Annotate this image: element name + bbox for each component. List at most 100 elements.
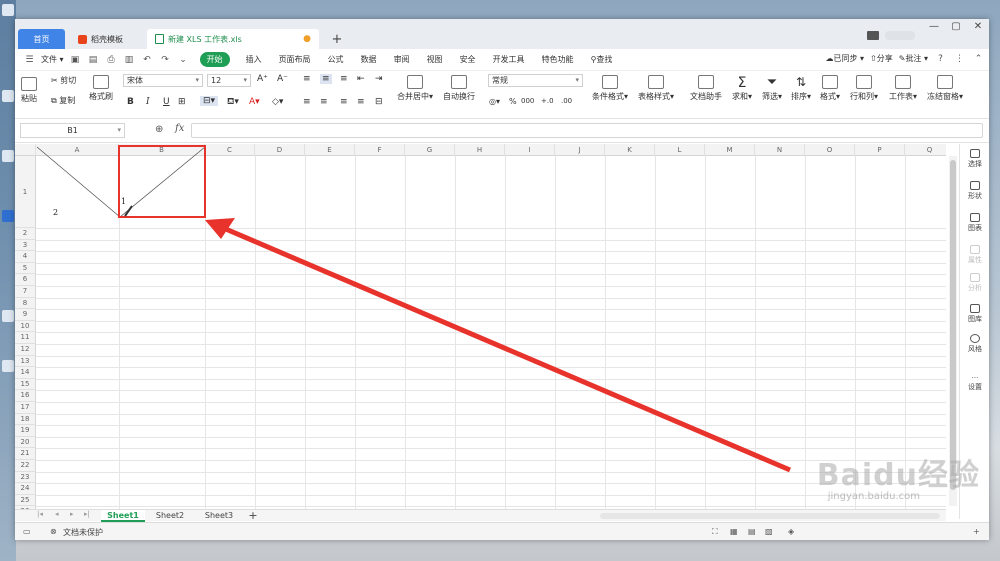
undo-icon[interactable]: ↶	[141, 55, 154, 65]
preview-icon[interactable]: ▥	[123, 55, 136, 65]
align-middle-icon[interactable]: ≡	[320, 74, 332, 84]
more-icon[interactable]: ⋮	[953, 54, 966, 64]
maximize-icon[interactable]: ▢	[945, 19, 967, 33]
paste-button[interactable]: 粘贴	[21, 77, 37, 104]
indent-right-icon[interactable]: ⇥	[375, 74, 383, 84]
protection-status[interactable]: 文档未保护	[63, 527, 103, 538]
zoom-formula-icon[interactable]: ⊕	[155, 124, 163, 135]
add-sheet-button[interactable]: +	[245, 510, 261, 522]
currency-button[interactable]: ◎▾	[489, 97, 500, 106]
panel-chart[interactable]: 图表	[960, 213, 989, 233]
sync-button[interactable]: ☁已同步 ▾	[825, 53, 864, 64]
indent-left-icon[interactable]: ⇤	[357, 74, 365, 84]
decimal-increase-button[interactable]: +.0	[541, 97, 554, 105]
percent-button[interactable]: %	[509, 97, 517, 106]
save-icon[interactable]: ▣	[69, 55, 82, 65]
page-break-view-icon[interactable]: ▧	[765, 527, 773, 536]
panel-select[interactable]: 选择	[960, 149, 989, 169]
collapse-ribbon-icon[interactable]: ⌃	[972, 54, 985, 64]
wrap-text-button[interactable]: 自动换行	[443, 75, 475, 102]
strikethrough-icon[interactable]: ⊞	[178, 97, 186, 107]
number-format-select[interactable]: 常规 ▾	[488, 74, 583, 87]
align-right-icon[interactable]: ≡	[340, 97, 348, 107]
desktop-icon[interactable]	[2, 310, 14, 322]
format-painter-button[interactable]: 格式刷	[89, 75, 113, 102]
fullscreen-icon[interactable]: ⛶	[712, 527, 718, 537]
open-icon[interactable]: ▤	[87, 55, 100, 65]
menu-developer[interactable]: 开发工具	[487, 54, 531, 65]
recycle-bin-icon[interactable]	[2, 4, 14, 16]
last-sheet-icon[interactable]: ▸|	[84, 510, 90, 518]
menu-start[interactable]: 开始	[199, 52, 230, 67]
formula-input[interactable]	[191, 123, 983, 138]
sheet-tab-3[interactable]: Sheet3	[195, 510, 243, 522]
font-name-select[interactable]: 宋体 ▾	[123, 74, 203, 87]
menu-search[interactable]: ⚲查找	[585, 54, 619, 65]
menu-file[interactable]: 文件 ▾	[41, 54, 64, 65]
menu-features[interactable]: 特色功能	[536, 54, 580, 65]
align-left-icon[interactable]: ≡	[303, 97, 311, 107]
page-layout-view-icon[interactable]: ▤	[748, 527, 756, 536]
badge-icon[interactable]	[867, 31, 879, 40]
fill-color-icon[interactable]: ⛾▾	[227, 97, 239, 108]
customize-icon[interactable]: ⌄	[177, 55, 190, 65]
fx-icon[interactable]: fx	[175, 123, 184, 134]
share-button[interactable]: ⇧分享	[870, 53, 893, 64]
account-avatar[interactable]	[885, 31, 915, 40]
align-center-icon[interactable]: ≡	[320, 97, 328, 107]
desktop-icon[interactable]	[2, 360, 14, 372]
menu-review[interactable]: 审阅	[388, 54, 416, 65]
align-bottom-icon[interactable]: ≡	[340, 74, 348, 84]
minimize-icon[interactable]: —	[923, 19, 945, 33]
freeze-button[interactable]: 冻结窗格▾	[927, 75, 963, 102]
tab-template[interactable]: 稻壳模板	[70, 29, 140, 49]
border-button[interactable]: ⊟▾	[200, 96, 219, 106]
table-style-button[interactable]: 表格样式▾	[638, 75, 674, 102]
conditional-format-button[interactable]: 条件格式▾	[592, 75, 628, 102]
panel-style[interactable]: 风格	[960, 334, 989, 354]
sort-button[interactable]: ⇅ 排序▾	[791, 75, 811, 102]
menu-security[interactable]: 安全	[454, 54, 482, 65]
decimal-decrease-button[interactable]: .00	[561, 97, 572, 105]
font-grow-icon[interactable]: A⁺	[257, 74, 268, 84]
spreadsheet-grid[interactable]: ABCDEFGHIJKLMNOPQ 1 2 3 4 5 6 7 8 9 10 11 12 13 14 15 1…	[15, 144, 946, 509]
font-color-icon[interactable]: A▾	[249, 97, 260, 107]
format-button[interactable]: 格式▾	[820, 75, 840, 102]
copy-button[interactable]: ⧉ 复制	[51, 95, 75, 106]
print-icon[interactable]: ⎙	[105, 55, 118, 65]
distribute-icon[interactable]: ⊟	[375, 97, 383, 107]
vertical-scroll-thumb[interactable]	[950, 160, 956, 490]
panel-gallery[interactable]: 图库	[960, 304, 989, 324]
worksheet-button[interactable]: 工作表▾	[889, 75, 917, 102]
desktop-icon[interactable]	[2, 210, 14, 222]
hamburger-icon[interactable]: ☰	[23, 55, 36, 65]
align-top-icon[interactable]: ≡	[303, 74, 311, 84]
help-icon[interactable]: ?	[934, 54, 947, 64]
sheet-tab-2[interactable]: Sheet2	[146, 510, 194, 522]
next-sheet-icon[interactable]: ▸	[70, 510, 74, 518]
menu-formula[interactable]: 公式	[322, 54, 350, 65]
menu-view[interactable]: 视图	[421, 54, 449, 65]
thousand-button[interactable]: 000	[521, 97, 534, 105]
filter-button[interactable]: ⏷ 筛选▾	[762, 75, 782, 102]
clear-icon[interactable]: ◇▾	[272, 97, 283, 107]
bold-button[interactable]: B	[127, 97, 134, 107]
doc-status-icon[interactable]: ▭	[23, 527, 31, 536]
close-icon[interactable]: ✕	[967, 19, 989, 33]
desktop-icon[interactable]	[2, 90, 14, 102]
sheet-tab-1[interactable]: Sheet1	[101, 510, 145, 522]
menu-page-layout[interactable]: 页面布局	[273, 54, 317, 65]
panel-settings[interactable]: ··· 设置	[960, 374, 989, 392]
font-shrink-icon[interactable]: A⁻	[277, 74, 288, 84]
doc-helper-button[interactable]: 文档助手	[690, 75, 722, 102]
menu-data[interactable]: 数据	[355, 54, 383, 65]
font-size-select[interactable]: 12 ▾	[207, 74, 251, 87]
panel-property[interactable]: 属性	[960, 245, 989, 265]
panel-analysis[interactable]: 分析	[960, 273, 989, 293]
justify-icon[interactable]: ≡	[357, 97, 365, 107]
desktop-icon[interactable]	[2, 150, 14, 162]
name-box[interactable]: B1 ▾	[20, 123, 125, 138]
rows-cols-button[interactable]: 行和列▾	[850, 75, 878, 102]
merge-center-button[interactable]: 合并居中▾	[397, 75, 433, 102]
underline-button[interactable]: U	[163, 97, 170, 107]
